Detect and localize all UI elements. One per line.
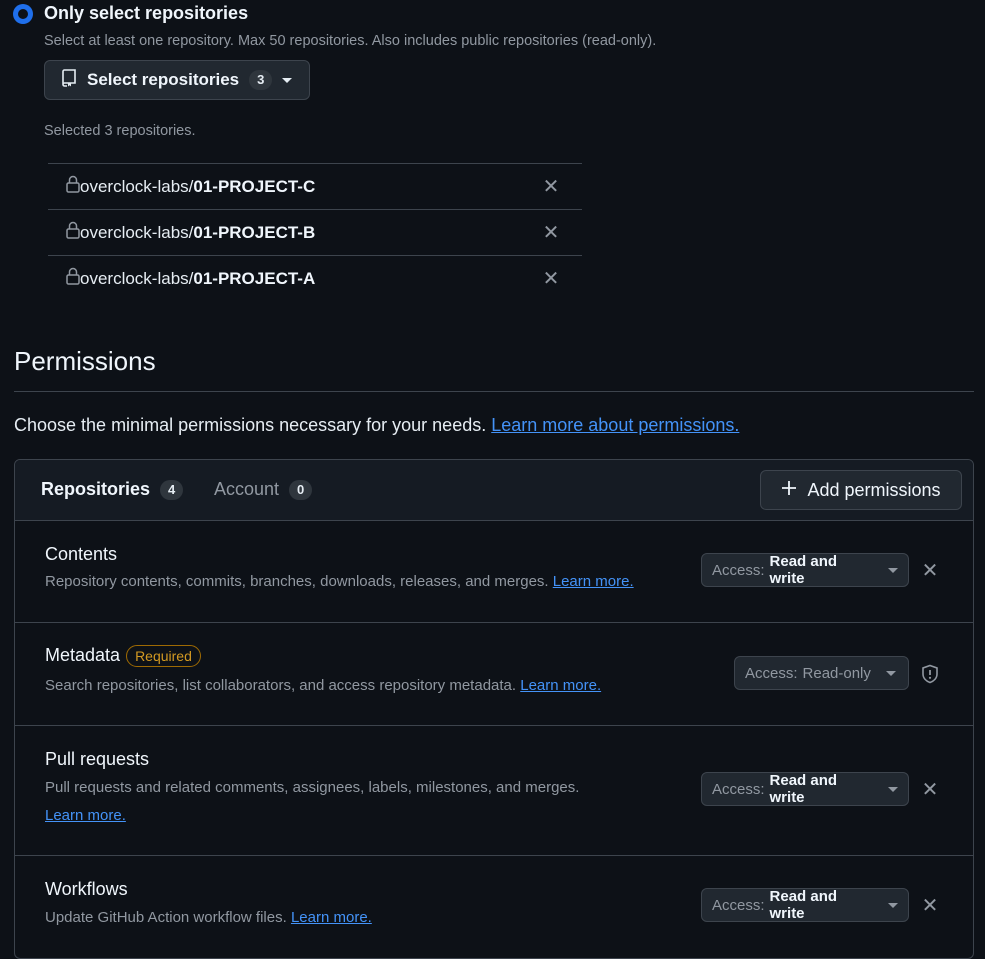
learn-more-link[interactable]: Learn more.	[291, 909, 372, 926]
remove-repository-button[interactable]: ✕	[542, 223, 560, 243]
repository-owner: overclock-labs/	[80, 222, 194, 242]
permission-title: Metadata	[45, 645, 121, 665]
repository-count-badge: 3	[249, 70, 273, 90]
permission-row-contents: Contents Repository contents, commits, b…	[15, 521, 973, 623]
remove-repository-button[interactable]: ✕	[542, 177, 560, 197]
chevron-down-icon	[888, 786, 898, 792]
radio-description: Select at least one repository. Max 50 r…	[44, 33, 657, 49]
repository-owner: overclock-labs/	[80, 176, 194, 196]
divider	[14, 391, 974, 392]
permissions-panel: Repositories 4 Account 0 Add permissions…	[14, 459, 974, 959]
permission-title-wrap: Metadata Required	[45, 645, 201, 668]
lock-icon	[66, 175, 80, 198]
selected-repository-list: overclock-labs/01-PROJECT-C ✕ overclock-…	[48, 163, 582, 301]
repository-row: overclock-labs/01-PROJECT-C ✕	[48, 163, 582, 209]
permission-title: Contents	[45, 544, 118, 564]
repo-icon	[61, 68, 77, 92]
access-value: Read-only	[802, 664, 871, 682]
access-dropdown[interactable]: Access: Read-only	[734, 656, 909, 690]
permission-title: Workflows	[45, 879, 128, 899]
tab-label: Account	[214, 479, 280, 499]
permission-description-text: Pull requests and related comments, assi…	[45, 779, 580, 796]
tab-label: Repositories	[41, 479, 151, 499]
select-repositories-button[interactable]: Select repositories 3	[44, 60, 310, 100]
access-dropdown[interactable]: Access: Read and write	[701, 888, 909, 922]
chevron-down-icon	[282, 77, 293, 83]
remove-permission-button[interactable]: ✕	[921, 896, 939, 916]
tab-repositories[interactable]: Repositories 4	[41, 479, 184, 500]
access-label: Access:	[712, 896, 765, 914]
repository-name: 01-PROJECT-A	[193, 268, 316, 288]
permission-title: Pull requests	[45, 749, 150, 769]
permissions-intro: Choose the minimal permissions necessary…	[14, 415, 739, 436]
repository-name: 01-PROJECT-B	[193, 222, 316, 242]
learn-more-link[interactable]: Learn more.	[553, 573, 634, 590]
access-label: Access:	[712, 780, 765, 798]
permissions-tabs-header: Repositories 4 Account 0 Add permissions	[15, 460, 973, 521]
remove-permission-button[interactable]: ✕	[921, 780, 939, 800]
lock-icon	[66, 221, 80, 244]
permissions-heading: Permissions	[14, 346, 156, 376]
repository-name: 01-PROJECT-C	[193, 176, 316, 196]
permission-row-workflows: Workflows Update GitHub Action workflow …	[15, 856, 973, 958]
learn-more-link[interactable]: Learn more.	[520, 677, 601, 694]
radio-label[interactable]: Only select repositories	[44, 3, 248, 24]
permission-description-text: Search repositories, list collaborators,…	[45, 677, 517, 694]
access-value: Read and write	[769, 553, 838, 587]
permission-row-pull-requests: Pull requests Pull requests and related …	[15, 726, 973, 856]
lock-icon	[66, 267, 80, 290]
add-permissions-button[interactable]: Add permissions	[760, 470, 962, 510]
access-dropdown[interactable]: Access: Read and write	[701, 553, 909, 587]
learn-more-permissions-link[interactable]: Learn more about permissions.	[491, 415, 739, 435]
access-label: Access:	[712, 561, 765, 579]
permission-description: Repository contents, commits, branches, …	[45, 568, 685, 596]
shield-icon	[921, 664, 939, 684]
permission-description: Search repositories, list collaborators,…	[45, 672, 685, 700]
repository-row: overclock-labs/01-PROJECT-B ✕	[48, 209, 582, 255]
chevron-down-icon	[888, 567, 898, 573]
access-label: Access:	[745, 664, 798, 682]
plus-icon	[781, 480, 797, 501]
access-dropdown[interactable]: Access: Read and write	[701, 772, 909, 806]
permission-description-text: Update GitHub Action workflow files.	[45, 909, 287, 926]
selected-summary: Selected 3 repositories.	[44, 123, 196, 139]
tab-account[interactable]: Account 0	[214, 479, 313, 500]
access-value: Read and write	[769, 772, 838, 806]
permission-row-metadata: Metadata Required Search repositories, li…	[15, 623, 973, 726]
access-value: Read and write	[769, 888, 838, 922]
permissions-intro-text: Choose the minimal permissions necessary…	[14, 415, 487, 435]
tab-count-badge: 4	[160, 479, 184, 500]
remove-repository-button[interactable]: ✕	[542, 269, 560, 289]
chevron-down-icon	[888, 902, 898, 908]
permission-description: Pull requests and related comments, assi…	[45, 774, 635, 830]
permission-description-text: Repository contents, commits, branches, …	[45, 573, 549, 590]
tab-count-badge: 0	[289, 479, 313, 500]
add-permissions-label: Add permissions	[807, 479, 941, 500]
permission-description: Update GitHub Action workflow files. Lea…	[45, 904, 635, 932]
repository-row: overclock-labs/01-PROJECT-A ✕	[48, 255, 582, 301]
remove-permission-button[interactable]: ✕	[921, 561, 939, 581]
learn-more-link[interactable]: Learn more.	[45, 807, 126, 824]
only-select-repositories-radio[interactable]	[13, 4, 33, 24]
select-repositories-label: Select repositories	[87, 70, 240, 89]
required-badge: Required	[126, 645, 201, 668]
repository-owner: overclock-labs/	[80, 268, 194, 288]
chevron-down-icon	[885, 670, 896, 676]
